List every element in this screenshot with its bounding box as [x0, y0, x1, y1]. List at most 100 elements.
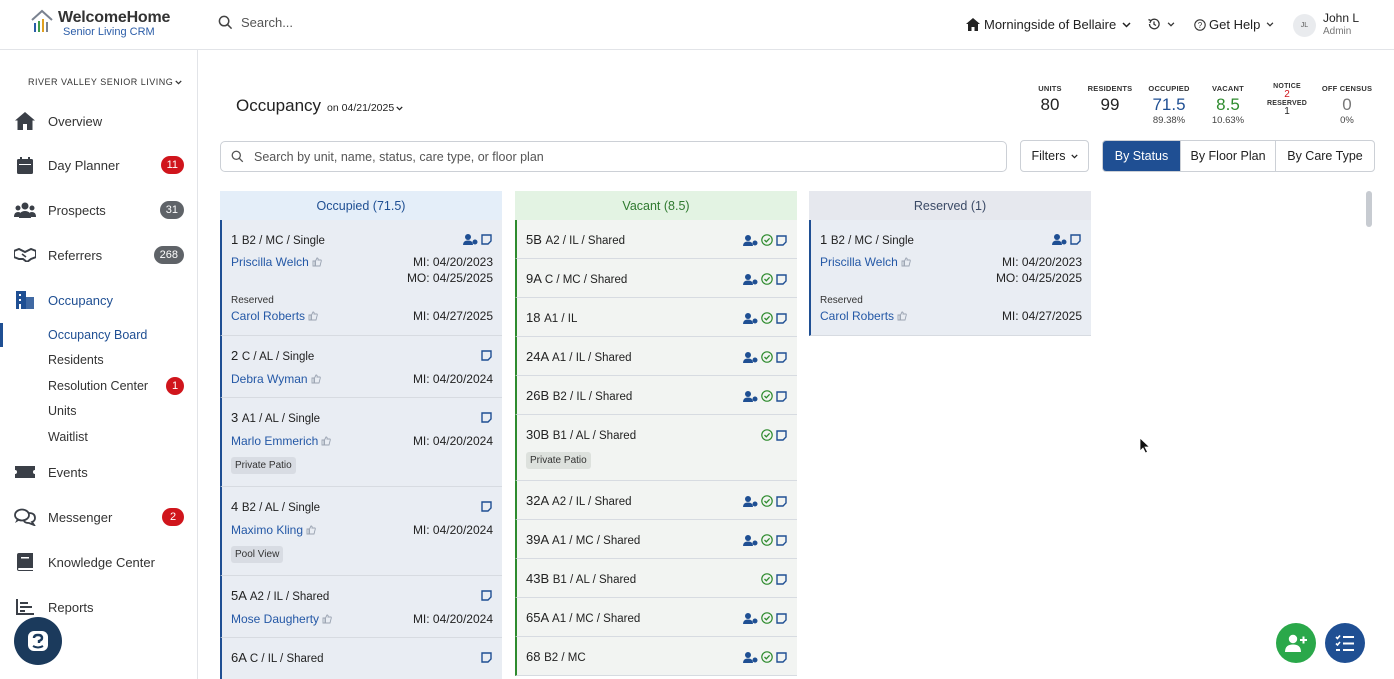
- resident-icon[interactable]: [743, 534, 758, 546]
- unit-card[interactable]: 26B B2 / IL / Shared: [515, 376, 797, 415]
- reserved-resident-link[interactable]: Carol Roberts: [231, 309, 318, 323]
- check-circle-icon[interactable]: [761, 312, 773, 324]
- check-circle-icon[interactable]: [761, 651, 773, 663]
- reserved-label: Reserved: [820, 295, 863, 306]
- check-circle-icon[interactable]: [761, 273, 773, 285]
- note-icon[interactable]: [481, 590, 492, 601]
- check-circle-icon[interactable]: [761, 429, 773, 441]
- resident-link[interactable]: Maximo Kling: [231, 523, 316, 537]
- unit-card[interactable]: 18 A1 / IL: [515, 298, 797, 337]
- filters-button[interactable]: Filters: [1020, 140, 1089, 172]
- sidebar-subitem-waitlist[interactable]: Waitlist: [48, 430, 186, 444]
- note-icon[interactable]: [776, 495, 787, 507]
- note-icon[interactable]: [481, 412, 492, 423]
- resident-icon[interactable]: [743, 651, 758, 663]
- note-icon[interactable]: [776, 573, 787, 585]
- note-icon[interactable]: [776, 312, 787, 324]
- unit-card[interactable]: 6A C / IL / Shared: [220, 638, 502, 679]
- global-search[interactable]: Search...: [218, 15, 293, 30]
- sidebar-subitem-occupancy-board[interactable]: Occupancy Board: [48, 328, 186, 342]
- unit-card[interactable]: 5B A2 / IL / Shared: [515, 220, 797, 259]
- unit-card[interactable]: 65A A1 / MC / Shared: [515, 598, 797, 637]
- check-circle-icon[interactable]: [761, 612, 773, 624]
- sidebar-item-occupancy[interactable]: Occupancy: [14, 288, 186, 312]
- sidebar-item-day-planner[interactable]: Day Planner 11: [14, 153, 186, 177]
- note-icon[interactable]: [481, 501, 492, 512]
- note-icon[interactable]: [776, 612, 787, 624]
- sidebar-subitem-units[interactable]: Units: [48, 404, 186, 418]
- resident-icon[interactable]: [743, 312, 758, 324]
- unit-card[interactable]: 24A A1 / IL / Shared: [515, 337, 797, 376]
- task-list-button[interactable]: [1325, 623, 1365, 663]
- note-icon[interactable]: [1070, 234, 1081, 245]
- view-by-floor-plan-button[interactable]: By Floor Plan: [1180, 141, 1275, 171]
- unit-card[interactable]: 43B B1 / AL / Shared: [515, 559, 797, 598]
- resident-icon[interactable]: [1052, 234, 1067, 245]
- date-selector[interactable]: on 04/21/2025: [327, 102, 403, 114]
- resident-icon[interactable]: [743, 612, 758, 624]
- reserved-resident-link[interactable]: Carol Roberts: [820, 309, 907, 323]
- unit-card[interactable]: 68 B2 / MC: [515, 637, 797, 676]
- unit-card[interactable]: 30B B1 / AL / Shared Private Patio: [515, 415, 797, 481]
- note-icon[interactable]: [776, 651, 787, 663]
- board-scrollbar[interactable]: [1366, 191, 1372, 227]
- resident-icon[interactable]: [743, 234, 758, 246]
- sidebar-subitem-residents[interactable]: Residents: [48, 353, 186, 367]
- board-search[interactable]: Search by unit, name, status, care type,…: [220, 141, 1007, 172]
- history-menu[interactable]: [1147, 17, 1175, 31]
- resident-icon[interactable]: [463, 234, 478, 245]
- check-circle-icon[interactable]: [761, 351, 773, 363]
- sidebar-item-events[interactable]: Events: [14, 460, 186, 484]
- global-search-input[interactable]: Search...: [241, 15, 293, 30]
- get-help-menu[interactable]: ? Get Help: [1194, 17, 1274, 32]
- sidebar-item-reports[interactable]: Reports: [14, 595, 186, 619]
- sidebar-item-referrers[interactable]: Referrers 268: [14, 243, 186, 267]
- check-circle-icon[interactable]: [761, 234, 773, 246]
- check-circle-icon[interactable]: [761, 390, 773, 402]
- unit-card[interactable]: 4 B2 / AL / Single Maximo Kling MI: 04/2…: [220, 487, 502, 576]
- board-search-input[interactable]: Search by unit, name, status, care type,…: [254, 150, 544, 164]
- unit-card[interactable]: 39A A1 / MC / Shared: [515, 520, 797, 559]
- note-icon[interactable]: [776, 351, 787, 363]
- resident-link[interactable]: Marlo Emmerich: [231, 434, 332, 448]
- unit-card[interactable]: 2 C / AL / Single Debra Wyman MI: 04/20/…: [220, 336, 502, 398]
- sidebar-item-prospects[interactable]: Prospects 31: [14, 198, 186, 222]
- unit-card[interactable]: 1 B2 / MC / Single Priscilla Welch MI: 0…: [809, 220, 1091, 336]
- unit-card[interactable]: 9A C / MC / Shared: [515, 259, 797, 298]
- resident-link[interactable]: Priscilla Welch: [231, 255, 322, 269]
- unit-card[interactable]: 5A A2 / IL / Shared Mose Daugherty MI: 0…: [220, 576, 502, 638]
- sidebar-subitem-resolution-center[interactable]: Resolution Center 1: [48, 377, 186, 395]
- community-selector[interactable]: Morningside of Bellaire: [966, 17, 1135, 32]
- resident-link[interactable]: Mose Daugherty: [231, 612, 332, 626]
- view-by-status-button[interactable]: By Status: [1103, 141, 1180, 171]
- sidebar-item-messenger[interactable]: Messenger 2: [14, 505, 186, 529]
- org-selector[interactable]: RIVER VALLEY SENIOR LIVING: [28, 77, 182, 87]
- note-icon[interactable]: [776, 234, 787, 246]
- note-icon[interactable]: [776, 273, 787, 285]
- resident-link[interactable]: Debra Wyman: [231, 372, 321, 386]
- unit-card[interactable]: 1 B2 / MC / Single Priscilla Welch MI: 0…: [220, 220, 502, 336]
- note-icon[interactable]: [776, 390, 787, 402]
- check-circle-icon[interactable]: [761, 495, 773, 507]
- note-icon[interactable]: [481, 652, 492, 663]
- note-icon[interactable]: [776, 429, 787, 441]
- check-circle-icon[interactable]: [761, 534, 773, 546]
- resident-icon[interactable]: [743, 273, 758, 285]
- sidebar-item-knowledge-center[interactable]: Knowledge Center: [14, 550, 186, 574]
- unit-card[interactable]: 32A A2 / IL / Shared: [515, 481, 797, 520]
- resident-link[interactable]: Priscilla Welch: [820, 255, 911, 269]
- support-chat-button[interactable]: [14, 617, 62, 665]
- resident-icon[interactable]: [743, 351, 758, 363]
- view-by-care-type-button[interactable]: By Care Type: [1275, 141, 1374, 171]
- brand-logo[interactable]: WelcomeHome Senior Living CRM: [30, 9, 170, 38]
- resident-icon[interactable]: [743, 390, 758, 402]
- note-icon[interactable]: [481, 350, 492, 361]
- resident-icon[interactable]: [743, 495, 758, 507]
- add-resident-button[interactable]: [1276, 623, 1316, 663]
- sidebar-item-overview[interactable]: Overview: [14, 109, 186, 133]
- check-circle-icon[interactable]: [761, 573, 773, 585]
- user-menu[interactable]: JL John L Admin: [1293, 12, 1359, 38]
- unit-card[interactable]: 3 A1 / AL / Single Marlo Emmerich MI: 04…: [220, 398, 502, 487]
- note-icon[interactable]: [776, 534, 787, 546]
- note-icon[interactable]: [481, 234, 492, 245]
